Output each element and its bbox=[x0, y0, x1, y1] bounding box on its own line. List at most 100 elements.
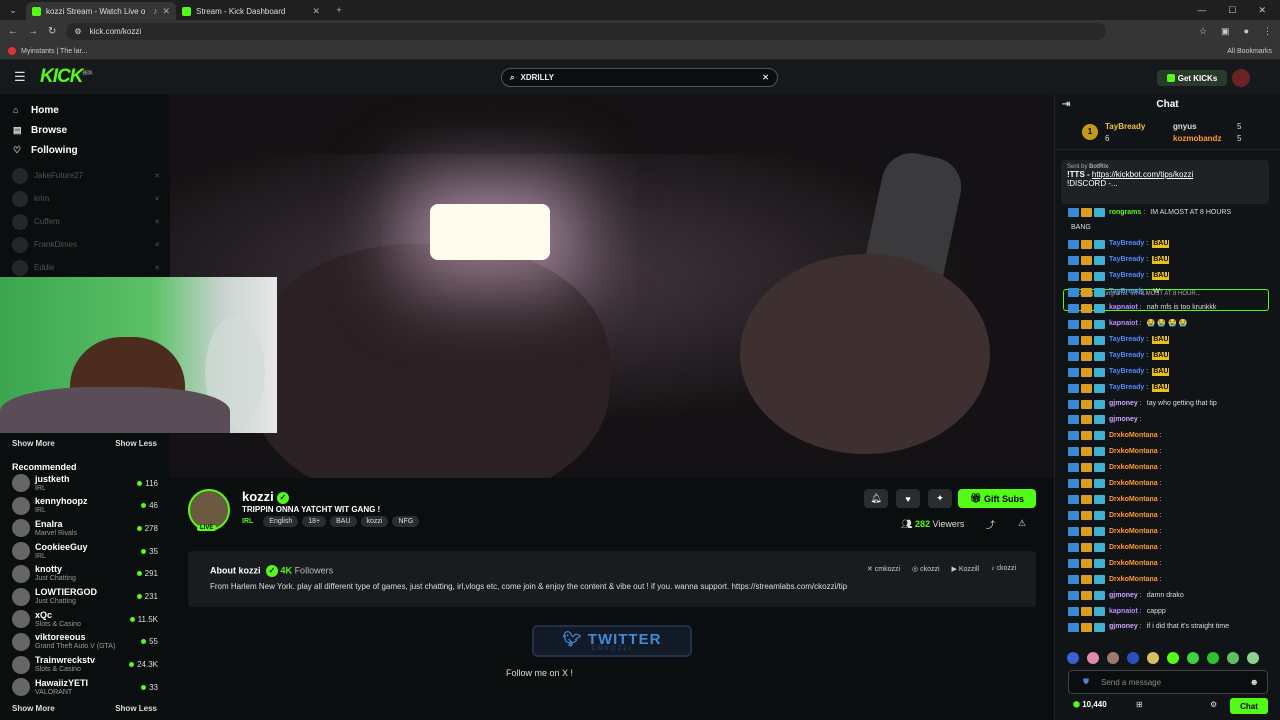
get-kicks-button[interactable]: Get KICKs bbox=[1157, 70, 1227, 86]
all-bookmarks[interactable]: All Bookmarks bbox=[1227, 48, 1272, 55]
bookmark-item[interactable]: Myinstants | The lar... bbox=[21, 48, 87, 55]
chat-username[interactable]: TayBready bbox=[1109, 256, 1144, 264]
chat-message[interactable]: DrxkoMontana: bbox=[1068, 479, 1273, 489]
hamburger-menu-icon[interactable]: ☰ bbox=[14, 69, 28, 85]
chat-username[interactable]: TayBready bbox=[1109, 352, 1144, 360]
chat-message[interactable]: TayBready: BAU bbox=[1068, 239, 1273, 249]
sidebar-item-following[interactable]: ♡ Following bbox=[0, 140, 170, 160]
recommended-channel[interactable]: kennyhoopz IRL 46 bbox=[12, 495, 158, 517]
chat-message[interactable]: DrxkoMontana: bbox=[1068, 495, 1273, 505]
followed-channel[interactable]: FrankDimes ✕ bbox=[0, 233, 170, 256]
emote-icon[interactable] bbox=[1147, 652, 1159, 664]
chat-username[interactable]: DrxkoMontana bbox=[1109, 512, 1158, 520]
minimize-icon[interactable]: — bbox=[1197, 5, 1206, 16]
reload-icon[interactable]: ↻ bbox=[48, 26, 56, 37]
chat-username[interactable]: DrxkoMontana bbox=[1109, 432, 1158, 440]
chat-message[interactable]: rongrams: IM ALMOST AT 8 HOURS bbox=[1068, 208, 1273, 217]
video-player[interactable] bbox=[170, 94, 1054, 478]
close-window-icon[interactable]: ✕ bbox=[1258, 5, 1266, 16]
recommended-channel[interactable]: LOWTIERGOD Just Chatting 231 bbox=[12, 586, 158, 608]
chat-username[interactable]: DrxkoMontana bbox=[1109, 480, 1158, 488]
chat-message[interactable]: TayBready: BAU bbox=[1068, 351, 1273, 361]
chat-message[interactable]: TayBready: BAU bbox=[1068, 367, 1273, 377]
show-less-button[interactable]: Show Less bbox=[115, 439, 157, 448]
emote-icon[interactable] bbox=[1067, 652, 1079, 664]
chat-username[interactable]: rongrams bbox=[1109, 209, 1141, 217]
tag[interactable]: 18+ bbox=[302, 516, 327, 527]
emote-icon[interactable] bbox=[1187, 652, 1199, 664]
clear-search-icon[interactable]: ✕ bbox=[762, 73, 769, 82]
recommended-channel[interactable]: Enalra Marvel Rivals 278 bbox=[12, 517, 158, 539]
chat-username[interactable]: gjmoney bbox=[1109, 592, 1138, 600]
chat-username[interactable]: DrxkoMontana bbox=[1109, 448, 1158, 456]
recommended-channel[interactable]: viktoreeous Grand Theft Auto V (GTA) 55 bbox=[12, 631, 158, 653]
gift-icon[interactable]: ⊞ bbox=[1136, 700, 1143, 709]
recommended-channel[interactable]: justketh IRL 116 bbox=[12, 472, 158, 494]
channel-name[interactable]: kozzi ✓ bbox=[242, 489, 289, 504]
chat-message[interactable]: TayBready: BAU bbox=[1068, 271, 1273, 281]
twitter-panel-banner[interactable]: 🐦︎ TWITTER CMKOZZI bbox=[532, 625, 692, 657]
show-more-button[interactable]: Show More bbox=[12, 439, 55, 448]
chat-message[interactable]: DrxkoMontana: bbox=[1068, 431, 1273, 441]
maximize-icon[interactable]: ☐ bbox=[1228, 5, 1236, 16]
tab-search-icon[interactable]: ⌄ bbox=[4, 3, 22, 17]
emote-icon[interactable] bbox=[1167, 652, 1179, 664]
emoji-picker-icon[interactable]: ☻ bbox=[1250, 677, 1259, 687]
recommended-channel[interactable]: xQc Slots & Casino 11.5K bbox=[12, 608, 158, 630]
chat-message[interactable]: TayBready: BAU bbox=[1068, 255, 1273, 265]
chat-message[interactable]: DrxkoMontana: bbox=[1068, 527, 1273, 537]
chat-message[interactable]: gjmoney: tay who getting that tip bbox=[1068, 399, 1273, 409]
browser-tab-active[interactable]: kozzi Stream - Watch Live o ♪ ✕ bbox=[26, 2, 176, 20]
chat-message[interactable]: DrxkoMontana: bbox=[1068, 543, 1273, 553]
chat-message[interactable]: DrxkoMontana: bbox=[1068, 559, 1273, 569]
chat-message[interactable]: gjmoney: damn drako bbox=[1068, 591, 1273, 601]
chat-username[interactable]: TayBready bbox=[1109, 240, 1144, 248]
tab-audio-icon[interactable]: ♪ bbox=[153, 6, 158, 16]
report-icon[interactable]: ⚠ bbox=[1018, 518, 1026, 529]
sidebar-item-browse[interactable]: ▤ Browse bbox=[0, 120, 170, 140]
social-tiktok-link[interactable]: ♪ ckozzi bbox=[991, 565, 1016, 573]
tag[interactable]: NFG bbox=[392, 516, 420, 527]
chat-username[interactable]: gjmoney bbox=[1109, 623, 1138, 631]
category-link[interactable]: IRL bbox=[242, 516, 259, 527]
chat-message[interactable]: TayBready: W bbox=[1068, 287, 1273, 297]
chat-username[interactable]: TayBready bbox=[1109, 368, 1144, 376]
social-x-link[interactable]: ✕ cmkozzi bbox=[867, 565, 900, 573]
forward-icon[interactable]: → bbox=[28, 26, 38, 37]
followed-channel[interactable]: JakeFuture27 ✕ bbox=[0, 164, 170, 187]
chat-message[interactable]: BANG bbox=[1068, 224, 1273, 232]
chat-message[interactable]: gjmoney: bbox=[1068, 415, 1273, 425]
chat-message[interactable]: gjmoney: if i did that it's straight time bbox=[1068, 622, 1273, 632]
chat-message[interactable]: kapnaiot: 😭 😭 😭 😭 bbox=[1068, 319, 1273, 329]
notification-bell-button[interactable]: 🔔︎ bbox=[864, 489, 888, 508]
chat-username[interactable]: kapnaiot bbox=[1109, 320, 1138, 328]
user-avatar[interactable] bbox=[1232, 69, 1250, 87]
recommended-channel[interactable]: knotty Just Chatting 291 bbox=[12, 563, 158, 585]
tag[interactable]: English bbox=[263, 516, 299, 527]
pinned-link[interactable]: https://kickbot.com/tips/kozzi bbox=[1092, 170, 1193, 179]
follow-button[interactable]: ♥ bbox=[896, 489, 920, 508]
browser-tab[interactable]: Stream - Kick Dashboard ✕ bbox=[176, 2, 326, 20]
tag[interactable]: kozzi bbox=[360, 516, 389, 527]
followed-channel[interactable]: Cuffem ✕ bbox=[0, 210, 170, 233]
search-input[interactable]: ⌕ XDRILLY ✕ bbox=[501, 68, 778, 87]
site-info-icon[interactable]: ⚙ bbox=[74, 27, 81, 36]
chat-message[interactable]: kapnaiot: nah mfs is too krunkkk bbox=[1068, 303, 1273, 313]
chat-username[interactable]: DrxkoMontana bbox=[1109, 560, 1158, 568]
profile-icon[interactable]: ● bbox=[1244, 26, 1249, 37]
chat-settings-icon[interactable]: ⚙ bbox=[1210, 700, 1217, 709]
chat-username[interactable]: TayBready bbox=[1109, 384, 1144, 392]
emote-icon[interactable] bbox=[1107, 652, 1119, 664]
tag[interactable]: BAU bbox=[330, 516, 357, 527]
followed-channel[interactable]: Eddie ✕ bbox=[0, 256, 170, 279]
share-icon[interactable]: ⤴ bbox=[986, 518, 995, 531]
chat-username[interactable]: DrxkoMontana bbox=[1109, 544, 1158, 552]
social-youtube-link[interactable]: ▶ Kozzill bbox=[952, 565, 980, 573]
chat-username[interactable]: DrxkoMontana bbox=[1109, 496, 1158, 504]
send-chat-button[interactable]: Chat bbox=[1230, 698, 1268, 714]
followed-channel[interactable]: krim ✕ bbox=[0, 187, 170, 210]
kick-logo[interactable]: KICKBETA bbox=[40, 66, 93, 88]
chat-message-input[interactable]: ⛊ Send a message ☻ bbox=[1068, 670, 1268, 694]
tab-close-icon[interactable]: ✕ bbox=[312, 6, 320, 17]
emote-icon[interactable] bbox=[1127, 652, 1139, 664]
